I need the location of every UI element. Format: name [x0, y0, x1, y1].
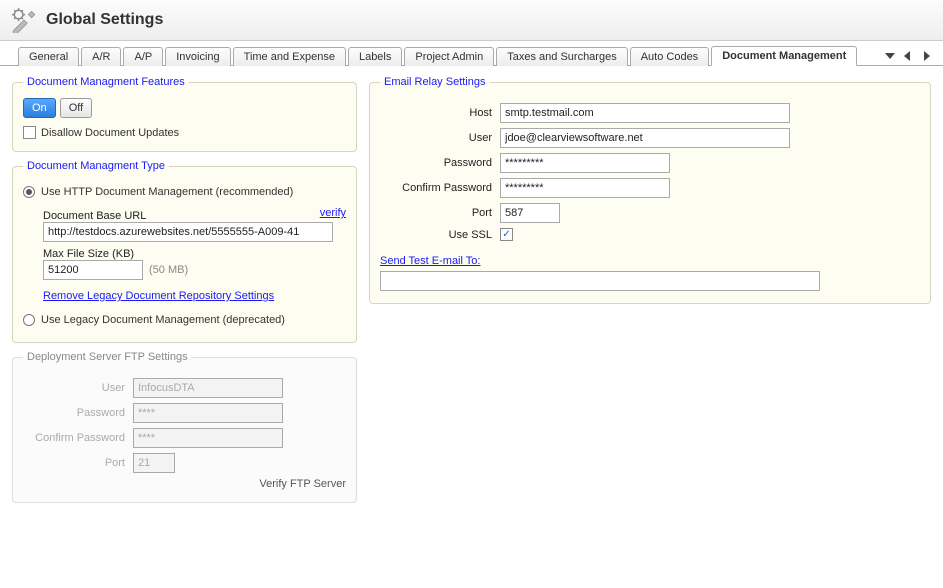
verify-url-link[interactable]: verify: [320, 207, 346, 219]
content-area: Document Managment Features On Off Disal…: [0, 66, 943, 513]
base-url-label: Document Base URL: [43, 210, 146, 222]
max-size-input[interactable]: [43, 260, 143, 280]
tab-menu-icon[interactable]: [883, 49, 897, 63]
email-pwd-input[interactable]: [500, 153, 670, 173]
email-cpwd-row: Confirm Password: [380, 178, 920, 198]
legacy-mgmt-row: Use Legacy Document Management (deprecat…: [23, 314, 346, 326]
legacy-mgmt-label: Use Legacy Document Management (deprecat…: [41, 314, 285, 326]
email-user-input[interactable]: [500, 128, 790, 148]
page-title: Global Settings: [46, 11, 163, 29]
on-off-toggle: On Off: [23, 98, 346, 118]
right-column: Email Relay Settings Host User Password …: [369, 76, 931, 503]
email-ssl-checkbox[interactable]: ✓: [500, 228, 513, 241]
max-size-label: Max File Size (KB): [43, 248, 346, 260]
tab-next-icon[interactable]: [919, 49, 933, 63]
ftp-user-label: User: [23, 382, 133, 394]
send-test-link[interactable]: Send Test E-mail To:: [380, 255, 480, 267]
email-host-row: Host: [380, 103, 920, 123]
max-size-hint: (50 MB): [149, 264, 188, 276]
tab-document-management[interactable]: Document Management: [711, 46, 857, 66]
email-relay-legend: Email Relay Settings: [380, 76, 490, 88]
tab-taxes-surcharges[interactable]: Taxes and Surcharges: [496, 47, 627, 66]
ftp-port-label: Port: [23, 457, 133, 469]
ftp-pwd-label: Password: [23, 407, 133, 419]
send-test-input[interactable]: [380, 271, 820, 291]
tab-auto-codes[interactable]: Auto Codes: [630, 47, 709, 66]
send-test-section: Send Test E-mail To:: [380, 255, 920, 291]
tab-time-expense[interactable]: Time and Expense: [233, 47, 346, 66]
email-ssl-label: Use SSL: [380, 229, 500, 241]
ftp-settings-group: Deployment Server FTP Settings User Pass…: [12, 351, 357, 503]
tab-labels[interactable]: Labels: [348, 47, 402, 66]
ftp-port-input: [133, 453, 175, 473]
ftp-cpwd-input: [133, 428, 283, 448]
ftp-cpwd-label: Confirm Password: [23, 432, 133, 444]
ftp-cpwd-row: Confirm Password: [23, 428, 346, 448]
email-relay-group: Email Relay Settings Host User Password …: [369, 76, 931, 304]
ftp-pwd-row: Password: [23, 403, 346, 423]
doc-mgmt-features-group: Document Managment Features On Off Disal…: [12, 76, 357, 152]
tab-controls: [883, 49, 935, 65]
disallow-updates-row: Disallow Document Updates: [23, 126, 346, 139]
email-host-input[interactable]: [500, 103, 790, 123]
ftp-settings-legend: Deployment Server FTP Settings: [23, 351, 192, 363]
settings-icon: [10, 6, 38, 34]
http-mgmt-label: Use HTTP Document Management (recommende…: [41, 186, 293, 198]
ftp-port-row: Port: [23, 453, 346, 473]
remove-legacy-link[interactable]: Remove Legacy Document Repository Settin…: [43, 290, 274, 302]
email-cpwd-label: Confirm Password: [380, 182, 500, 194]
email-port-input[interactable]: [500, 203, 560, 223]
email-user-row: User: [380, 128, 920, 148]
http-mgmt-row: Use HTTP Document Management (recommende…: [23, 186, 346, 198]
email-host-label: Host: [380, 107, 500, 119]
email-cpwd-input[interactable]: [500, 178, 670, 198]
base-url-input[interactable]: [43, 222, 333, 242]
email-user-label: User: [380, 132, 500, 144]
doc-mgmt-features-legend: Document Managment Features: [23, 76, 189, 88]
window-header: Global Settings: [0, 0, 943, 41]
tab-ap[interactable]: A/P: [123, 47, 163, 66]
http-mgmt-details: Document Base URL verify Max File Size (…: [43, 204, 346, 302]
email-port-label: Port: [380, 207, 500, 219]
left-column: Document Managment Features On Off Disal…: [12, 76, 357, 503]
tab-general[interactable]: General: [18, 47, 79, 66]
http-mgmt-radio[interactable]: [23, 186, 35, 198]
doc-mgmt-type-legend: Document Managment Type: [23, 160, 169, 172]
tab-invoicing[interactable]: Invoicing: [165, 47, 230, 66]
email-ssl-row: Use SSL ✓: [380, 228, 920, 241]
ftp-user-input: [133, 378, 283, 398]
legacy-mgmt-radio[interactable]: [23, 314, 35, 326]
email-pwd-label: Password: [380, 157, 500, 169]
ftp-pwd-input: [133, 403, 283, 423]
tab-project-admin[interactable]: Project Admin: [404, 47, 494, 66]
doc-mgmt-type-group: Document Managment Type Use HTTP Documen…: [12, 160, 357, 343]
off-button[interactable]: Off: [60, 98, 92, 118]
tab-prev-icon[interactable]: [901, 49, 915, 63]
on-button[interactable]: On: [23, 98, 56, 118]
tabbar: General A/R A/P Invoicing Time and Expen…: [0, 41, 943, 66]
email-pwd-row: Password: [380, 153, 920, 173]
ftp-user-row: User: [23, 378, 346, 398]
tab-ar[interactable]: A/R: [81, 47, 121, 66]
verify-ftp-link[interactable]: Verify FTP Server: [259, 478, 346, 490]
verify-ftp-row: Verify FTP Server: [23, 478, 346, 490]
disallow-updates-checkbox[interactable]: [23, 126, 36, 139]
disallow-updates-label: Disallow Document Updates: [41, 127, 179, 139]
email-port-row: Port: [380, 203, 920, 223]
